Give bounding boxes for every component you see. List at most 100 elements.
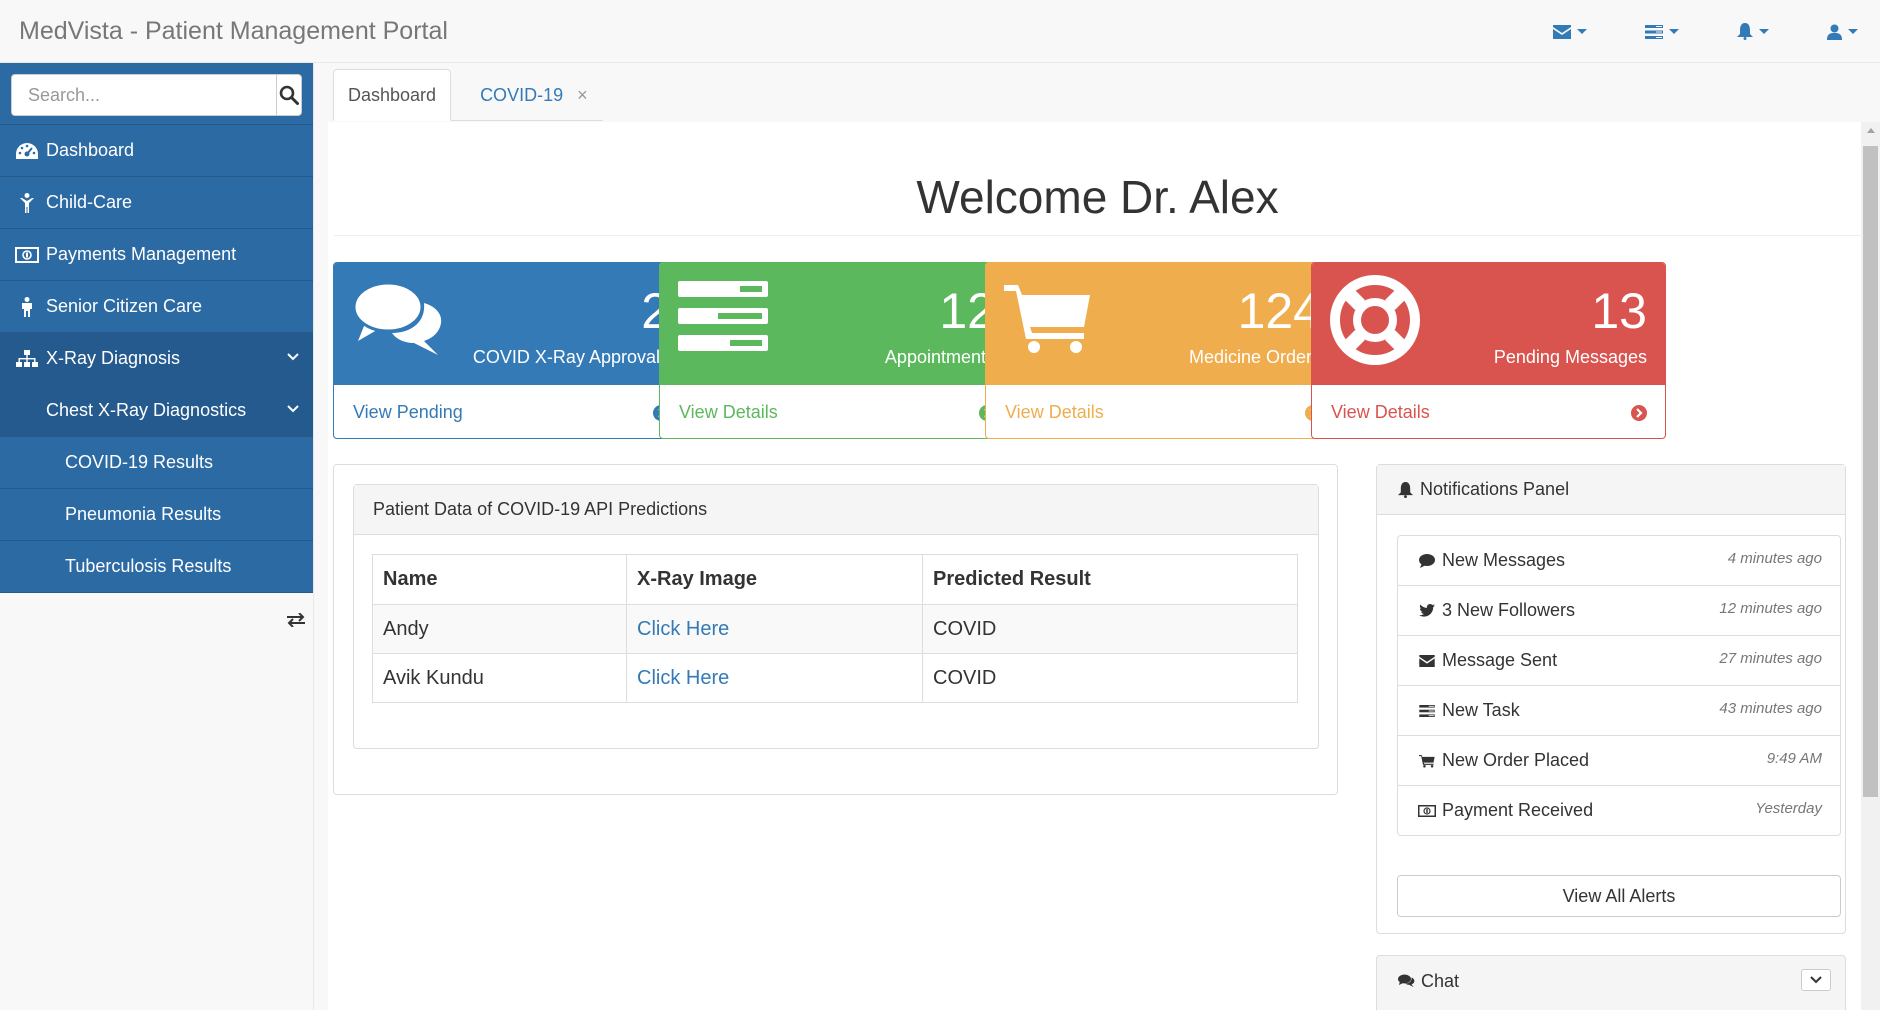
list-item[interactable]: Message Sent 27 minutes ago — [1397, 635, 1841, 686]
tab-label: Dashboard — [348, 84, 437, 105]
column-header: X-Ray Image — [626, 554, 923, 605]
scrollbar[interactable] — [1861, 122, 1880, 1010]
envelope-icon — [1553, 24, 1571, 39]
panel-heading: Notifications Panel — [1377, 465, 1845, 515]
card-link-label: View Details — [1331, 402, 1430, 422]
comments-icon — [352, 281, 442, 355]
notifications-list: New Messages 4 minutes ago 3 New Followe… — [1397, 535, 1841, 836]
card-link-label: View Details — [679, 402, 778, 422]
card-heading: 124 Medicine Orders — [986, 263, 1339, 385]
predicted-result: COVID — [922, 653, 1298, 703]
sidebar-item-label: Tuberculosis Results — [65, 556, 232, 576]
envelope-icon — [1418, 654, 1436, 667]
navbar-icons — [1553, 0, 1880, 63]
notification-label: 3 New Followers — [1442, 600, 1576, 620]
view-all-alerts-button[interactable]: View All Alerts — [1397, 875, 1841, 917]
child-icon — [15, 192, 39, 213]
tab-covid-19[interactable]: COVID-19 × — [451, 69, 602, 121]
patient-name: Andy — [372, 604, 627, 654]
notification-time: 12 minutes ago — [1719, 600, 1822, 617]
main-content: Welcome Dr. Alex 2 COVID X-Ray Approvals… — [328, 122, 1861, 1010]
sidebar-item-tuberculosis-results[interactable]: Tuberculosis Results — [0, 541, 313, 593]
predicted-result: COVID — [922, 604, 1298, 654]
person-icon — [15, 296, 39, 317]
sidebar-item-payments[interactable]: Payments Management — [0, 229, 313, 281]
stat-card-appointments: 12 Appointments View Details — [659, 262, 1014, 439]
view-details-link[interactable]: View Details — [986, 385, 1339, 438]
sidebar-item-covid-results[interactable]: COVID-19 Results — [0, 437, 313, 489]
user-dropdown[interactable] — [1827, 24, 1858, 40]
scrollbar-thumb[interactable] — [1863, 146, 1878, 797]
stat-card-medicine-orders: 124 Medicine Orders View Details — [985, 262, 1340, 439]
search-input[interactable] — [11, 74, 276, 116]
sidebar-item-label: Child-Care — [46, 192, 133, 212]
sidebar-item-chest-xray[interactable]: Chest X-Ray Diagnostics — [0, 385, 313, 437]
user-icon — [1827, 24, 1842, 40]
notification-time: 27 minutes ago — [1719, 650, 1822, 667]
list-item[interactable]: Payment Received Yesterday — [1397, 785, 1841, 836]
chevron-down-icon — [287, 353, 299, 361]
twitter-icon — [1418, 604, 1436, 617]
panel-heading: Chat — [1377, 956, 1845, 1006]
shopping-cart-icon — [1004, 285, 1090, 353]
table-row: Avik Kundu Click Here COVID — [372, 653, 1298, 703]
xray-image-cell: Click Here — [626, 604, 923, 654]
scroll-up-arrow[interactable] — [1867, 128, 1875, 133]
sidebar-item-label: Chest X-Ray Diagnostics — [46, 400, 247, 420]
chat-collapse-button[interactable] — [1801, 969, 1831, 991]
search-icon — [279, 85, 299, 105]
view-pending-link[interactable]: View Pending — [334, 385, 687, 438]
sidebar-item-xray-diagnosis[interactable]: X-Ray Diagnosis — [0, 333, 313, 385]
list-item[interactable]: New Order Placed 9:49 AM — [1397, 735, 1841, 786]
content-tabs: Dashboard COVID-19 × — [333, 69, 603, 121]
money-icon — [15, 246, 39, 263]
card-heading: 12 Appointments — [660, 263, 1013, 385]
predictions-table: Name X-Ray Image Predicted Result Andy C… — [372, 554, 1298, 703]
chat-panel: Chat — [1376, 955, 1846, 1010]
notification-label: New Order Placed — [1442, 750, 1590, 770]
table-header-row: Name X-Ray Image Predicted Result — [372, 554, 1298, 605]
sidebar-toggle-button[interactable] — [287, 607, 305, 633]
list-item[interactable]: New Task 43 minutes ago — [1397, 685, 1841, 736]
xray-image-link[interactable]: Click Here — [637, 667, 729, 689]
card-label: COVID X-Ray Approvals — [472, 347, 669, 367]
sidebar-item-child-care[interactable]: Child-Care — [0, 177, 313, 229]
chevron-down-icon — [1810, 976, 1822, 984]
messages-dropdown[interactable] — [1553, 24, 1587, 39]
notification-label: New Messages — [1442, 550, 1566, 570]
tab-dashboard[interactable]: Dashboard — [333, 69, 452, 121]
notification-time: 4 minutes ago — [1727, 550, 1822, 567]
card-label: Medicine Orders — [1188, 347, 1321, 367]
sidebar-item-pneumonia-results[interactable]: Pneumonia Results — [0, 489, 313, 541]
notification-label: New Task — [1442, 700, 1520, 720]
sidebar-item-dashboard[interactable]: Dashboard — [0, 125, 313, 177]
patient-name: Avik Kundu — [372, 653, 627, 703]
tasks-dropdown[interactable] — [1645, 24, 1679, 39]
card-link-label: View Pending — [353, 402, 463, 422]
dashboard-icon — [15, 142, 39, 159]
list-item[interactable]: New Messages 4 minutes ago — [1397, 535, 1841, 586]
xray-image-cell: Click Here — [626, 653, 923, 703]
sidebar-item-senior-care[interactable]: Senior Citizen Care — [0, 281, 313, 333]
panel-heading: Patient Data of COVID-19 API Predictions — [354, 485, 1318, 535]
sitemap-icon — [15, 349, 39, 368]
notifications-panel: Notifications Panel New Messages 4 minut… — [1376, 464, 1846, 934]
panel-title: Chat — [1421, 970, 1460, 991]
view-details-link[interactable]: View Details — [660, 385, 1013, 438]
card-heading: 13 Pending Messages — [1312, 263, 1665, 385]
card-heading: 2 COVID X-Ray Approvals — [334, 263, 687, 385]
xray-image-link[interactable]: Click Here — [637, 618, 729, 640]
sidebar-item-label: COVID-19 Results — [65, 452, 214, 472]
list-item[interactable]: 3 New Followers 12 minutes ago — [1397, 585, 1841, 636]
caret-down-icon — [1669, 29, 1679, 34]
card-label: Appointments — [884, 347, 995, 367]
notification-time: Yesterday — [1755, 800, 1822, 817]
card-value: 13 — [1591, 283, 1647, 339]
view-details-link[interactable]: View Details — [1312, 385, 1665, 438]
app-title[interactable]: MedVista - Patient Management Portal — [19, 17, 448, 46]
notification-label: Message Sent — [1442, 650, 1558, 670]
close-icon[interactable]: × — [577, 85, 588, 106]
search-button[interactable] — [276, 74, 302, 116]
comments-icon — [1398, 974, 1415, 987]
alerts-dropdown[interactable] — [1737, 23, 1769, 40]
